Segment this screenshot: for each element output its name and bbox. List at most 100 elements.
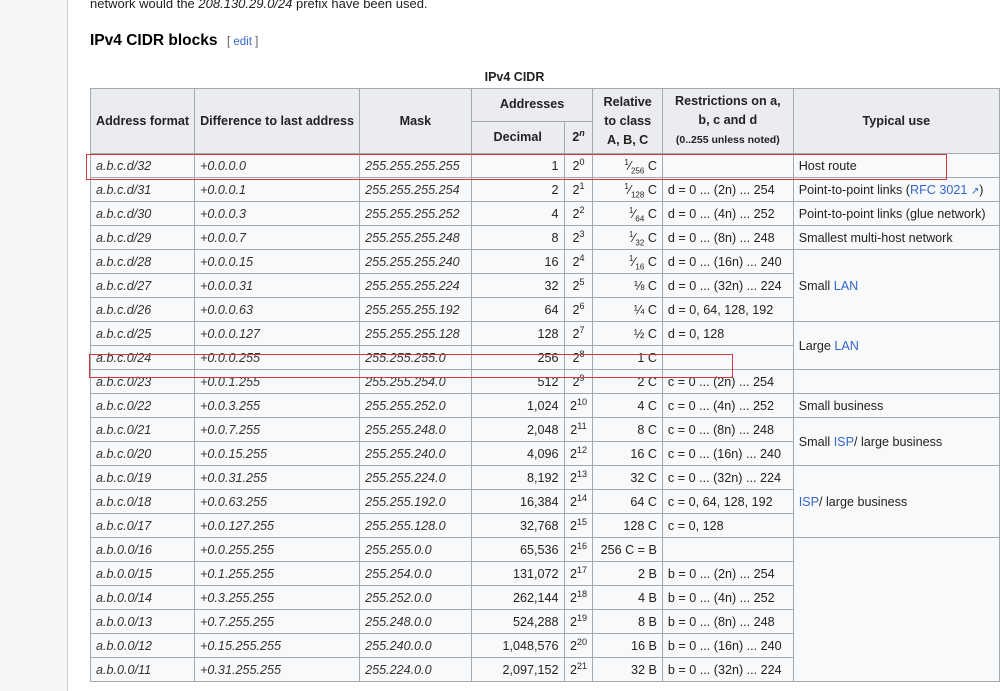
use-small-business: Small business <box>792 393 1000 418</box>
cell-decimal: 2,048 <box>470 417 565 442</box>
cell-address-format: a.b.0.0/15 <box>89 561 196 586</box>
cell-address-format: a.b.0.0/13 <box>89 609 196 634</box>
use-empty <box>792 537 1000 682</box>
cell-power: 26 <box>563 297 594 322</box>
edit-section-link-wrapper: [ edit ] <box>227 36 259 48</box>
cell-mask: 255.255.255.0 <box>359 345 472 370</box>
cell-difference: +0.0.0.127 <box>194 321 361 346</box>
cell-decimal: 512 <box>470 369 565 394</box>
cidr-table: Address format Difference to last addres… <box>89 88 1000 682</box>
cell-difference: +0.0.255.255 <box>194 537 361 562</box>
cell-difference: +0.0.127.255 <box>194 513 361 538</box>
cell-decimal: 4 <box>470 201 565 226</box>
cell-relative: 8 C <box>592 417 663 442</box>
cell-difference: +0.0.0.0 <box>194 153 361 178</box>
cell-mask: 255.240.0.0 <box>359 633 472 658</box>
cell-power: 29 <box>563 369 594 394</box>
cell-address-format: a.b.c.d/26 <box>89 297 196 322</box>
cell-mask: 255.255.240.0 <box>359 441 472 466</box>
cell-difference: +0.0.0.1 <box>194 177 361 202</box>
cell-address-format: a.b.0.0/12 <box>89 633 196 658</box>
table-row: a.b.c.d/25 +0.0.0.127 255.255.255.128 128 27… <box>89 321 1000 370</box>
cell-difference: +0.0.0.15 <box>194 249 361 274</box>
cell-difference: +0.0.63.255 <box>194 489 361 514</box>
cell-difference: +0.0.7.255 <box>194 417 361 442</box>
use-small-lan: Small LAN <box>792 249 1000 322</box>
table-row: a.b.c.0/19 +0.0.31.255 255.255.224.0 8,192 2… <box>89 465 1000 538</box>
cell-address-format: a.b.c.0/23 <box>89 369 196 394</box>
cell-restrictions: c = 0 ... (4n) ... 252 <box>661 393 794 418</box>
rfc3021-link[interactable]: RFC 3021 <box>910 183 967 197</box>
use-empty <box>792 369 1000 394</box>
cell-restrictions <box>661 153 794 178</box>
cell-relative: 128 C <box>592 513 663 538</box>
cell-difference: +0.0.15.255 <box>194 441 361 466</box>
cell-difference: +0.0.0.7 <box>194 225 361 250</box>
cell-power: 28 <box>563 345 594 370</box>
cell-restrictions: b = 0 ... (2n) ... 254 <box>661 561 794 586</box>
cell-decimal: 32,768 <box>470 513 565 538</box>
cell-relative: 32 C <box>592 465 663 490</box>
edit-link[interactable]: edit <box>233 36 252 48</box>
cell-difference: +0.0.0.63 <box>194 297 361 322</box>
table-row: a.b.c.d/32 +0.0.0.0 255.255.255.255 1 20 1⁄25… <box>89 153 1000 178</box>
cell-relative: 1⁄16 C <box>592 249 663 274</box>
cell-restrictions: c = 0 ... (8n) ... 248 <box>661 417 794 442</box>
cell-difference: +0.1.255.255 <box>194 561 361 586</box>
cell-mask: 255.255.255.240 <box>359 249 472 274</box>
header-address-format: Address format <box>89 88 196 154</box>
cell-decimal: 256 <box>470 345 565 370</box>
cell-power: 217 <box>563 561 594 586</box>
cell-restrictions: b = 0 ... (32n) ... 224 <box>661 657 794 682</box>
cell-power: 23 <box>563 225 594 250</box>
table-row: a.b.c.d/30 +0.0.0.3 255.255.255.252 4 22 1⁄64… <box>89 201 1000 226</box>
cell-decimal: 1 <box>470 153 565 178</box>
cell-relative: 16 C <box>592 441 663 466</box>
use-small-isp: Small ISP/ large business <box>792 417 1000 466</box>
cell-difference: +0.15.255.255 <box>194 633 361 658</box>
cell-power: 212 <box>563 441 594 466</box>
cell-relative: 16 B <box>592 633 663 658</box>
cell-difference: +0.0.3.255 <box>194 393 361 418</box>
cell-address-format: a.b.c.0/24 <box>89 345 196 370</box>
cell-mask: 255.255.255.192 <box>359 297 472 322</box>
cell-power: 25 <box>563 273 594 298</box>
isp-link[interactable]: ISP <box>799 495 819 509</box>
cell-power: 213 <box>563 465 594 490</box>
cell-restrictions: d = 0, 128 <box>661 321 794 346</box>
cell-power: 221 <box>563 657 594 682</box>
cell-address-format: a.b.c.0/19 <box>89 465 196 490</box>
cell-relative: 32 B <box>592 657 663 682</box>
cell-mask: 255.248.0.0 <box>359 609 472 634</box>
cell-decimal: 4,096 <box>470 441 565 466</box>
table-row: a.b.c.0/21 +0.0.7.255 255.255.248.0 2,048 21… <box>89 417 1000 466</box>
lan-link[interactable]: LAN <box>834 339 859 353</box>
cell-mask: 255.255.255.255 <box>359 153 472 178</box>
cell-relative: 4 C <box>592 393 663 418</box>
cell-difference: +0.0.31.255 <box>194 465 361 490</box>
cell-relative: 1⁄256 C <box>592 153 663 178</box>
cell-mask: 255.255.254.0 <box>359 369 472 394</box>
cell-relative: ½ C <box>592 321 663 346</box>
cell-mask: 255.255.128.0 <box>359 513 472 538</box>
cell-difference: +0.0.0.255 <box>194 345 361 370</box>
cell-power: 220 <box>563 633 594 658</box>
cell-decimal: 8,192 <box>470 465 565 490</box>
lan-link[interactable]: LAN <box>834 279 859 293</box>
cell-address-format: a.b.c.d/27 <box>89 273 196 298</box>
cell-address-format: a.b.c.0/21 <box>89 417 196 442</box>
cell-power: 21 <box>563 177 594 202</box>
cell-address-format: a.b.c.0/17 <box>89 513 196 538</box>
cell-address-format: a.b.0.0/11 <box>89 657 196 682</box>
cell-decimal: 16 <box>470 249 565 274</box>
cell-restrictions: c = 0 ... (16n) ... 240 <box>661 441 794 466</box>
cell-mask: 255.255.192.0 <box>359 489 472 514</box>
cell-restrictions: d = 0 ... (8n) ... 248 <box>661 225 794 250</box>
header-mask: Mask <box>359 88 472 154</box>
cell-relative: ⅛ C <box>592 273 663 298</box>
cell-relative: 1 C <box>592 345 663 370</box>
isp-link[interactable]: ISP <box>834 435 854 449</box>
cell-restrictions: c = 0 ... (2n) ... 254 <box>661 369 794 394</box>
cell-restrictions: d = 0 ... (16n) ... 240 <box>661 249 794 274</box>
use-p2p-glue: Point-to-point links (glue network) <box>792 201 1000 226</box>
